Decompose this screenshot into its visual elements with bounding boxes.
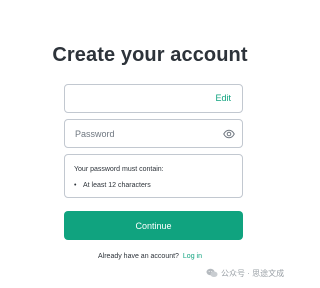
password-requirements-box: Your password must contain: At least 12 … <box>64 154 243 198</box>
requirements-heading: Your password must contain: <box>74 166 164 173</box>
login-prompt: Already have an account? Log in <box>0 253 300 260</box>
password-field-container <box>64 119 243 148</box>
edit-email-link[interactable]: Edit <box>215 93 231 103</box>
password-input[interactable] <box>75 120 215 147</box>
continue-button[interactable]: Continue <box>64 211 243 240</box>
requirements-list: At least 12 characters <box>74 182 151 189</box>
login-link[interactable]: Log in <box>183 253 202 260</box>
wechat-icon <box>206 268 218 277</box>
requirement-item: At least 12 characters <box>74 182 151 189</box>
email-field[interactable]: Edit <box>64 84 243 113</box>
eye-icon[interactable] <box>223 128 235 140</box>
login-prompt-text: Already have an account? <box>98 253 179 260</box>
page-title: Create your account <box>52 44 248 66</box>
watermark-text: 公众号 · 思途文成 <box>221 268 285 278</box>
signup-page: Create your account Edit Your password m… <box>0 0 300 288</box>
watermark: 公众号 · 思途文成 <box>206 267 284 279</box>
